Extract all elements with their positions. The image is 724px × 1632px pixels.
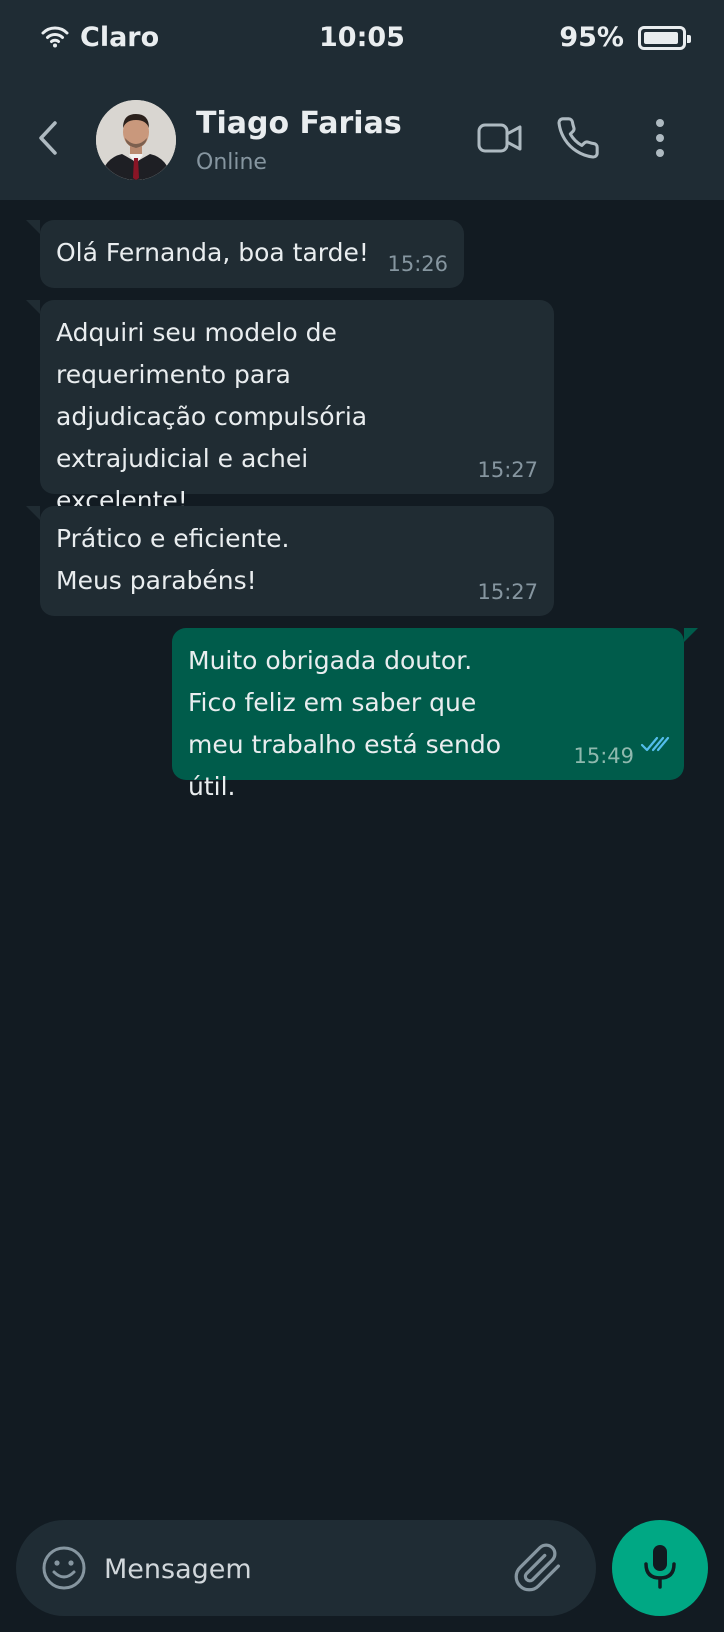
mic-icon bbox=[640, 1542, 680, 1594]
double-check-icon bbox=[640, 724, 670, 766]
message-text: Prático e eficiente. Meus parabéns! bbox=[56, 524, 290, 595]
message-time: 15:27 bbox=[477, 580, 538, 604]
phone-icon bbox=[555, 115, 601, 165]
message-composer bbox=[16, 1520, 596, 1616]
contact-name[interactable]: Tiago Farias bbox=[196, 106, 402, 141]
voice-message-button[interactable] bbox=[612, 1520, 708, 1616]
message-time: 15:26 bbox=[387, 252, 448, 276]
bubble-tail bbox=[26, 506, 40, 520]
message-time: 15:27 bbox=[477, 458, 538, 482]
more-options-button[interactable] bbox=[634, 112, 686, 168]
battery-percent: 95% bbox=[559, 22, 624, 53]
back-button[interactable] bbox=[30, 116, 66, 164]
emoji-button[interactable] bbox=[40, 1544, 88, 1592]
message-text: Muito obrigada doutor. Fico feliz em sab… bbox=[188, 646, 502, 801]
more-options-icon bbox=[655, 118, 665, 162]
message-bubble[interactable]: Adquiri seu modelo de requerimento para … bbox=[26, 300, 554, 515]
message-bubble[interactable]: Olá Fernanda, boa tarde! 15:26 bbox=[26, 220, 464, 288]
message-bubble[interactable]: Prático e eficiente. Meus parabéns! 15:2… bbox=[26, 506, 554, 616]
battery-icon bbox=[638, 25, 691, 50]
bubble-tail bbox=[26, 300, 40, 314]
attach-button[interactable] bbox=[512, 1542, 564, 1594]
message-time: 15:49 bbox=[573, 744, 634, 768]
battery-level bbox=[644, 31, 679, 44]
avatar[interactable] bbox=[96, 100, 176, 180]
message-text: Adquiri seu modelo de requerimento para … bbox=[56, 318, 368, 515]
back-icon bbox=[37, 120, 59, 160]
video-call-icon bbox=[477, 122, 523, 158]
message-bubble-outgoing[interactable]: Muito obrigada doutor. Fico feliz em sab… bbox=[172, 628, 698, 801]
message-input[interactable] bbox=[102, 1542, 506, 1596]
bubble-tail bbox=[684, 628, 698, 642]
chat-header: Claro 10:05 95% Tiago Farias Online bbox=[0, 0, 724, 200]
status-right: 95% bbox=[559, 22, 691, 53]
attach-icon bbox=[512, 1543, 564, 1598]
emoji-icon bbox=[40, 1546, 88, 1596]
voice-call-button[interactable] bbox=[552, 112, 604, 168]
battery-cap bbox=[687, 34, 691, 43]
contact-status: Online bbox=[196, 150, 267, 175]
bubble-tail bbox=[26, 220, 40, 234]
message-list[interactable]: Olá Fernanda, boa tarde! 15:26 Adquiri s… bbox=[0, 200, 724, 1510]
video-call-button[interactable] bbox=[474, 112, 526, 168]
status-bar: Claro 10:05 95% bbox=[0, 0, 724, 80]
